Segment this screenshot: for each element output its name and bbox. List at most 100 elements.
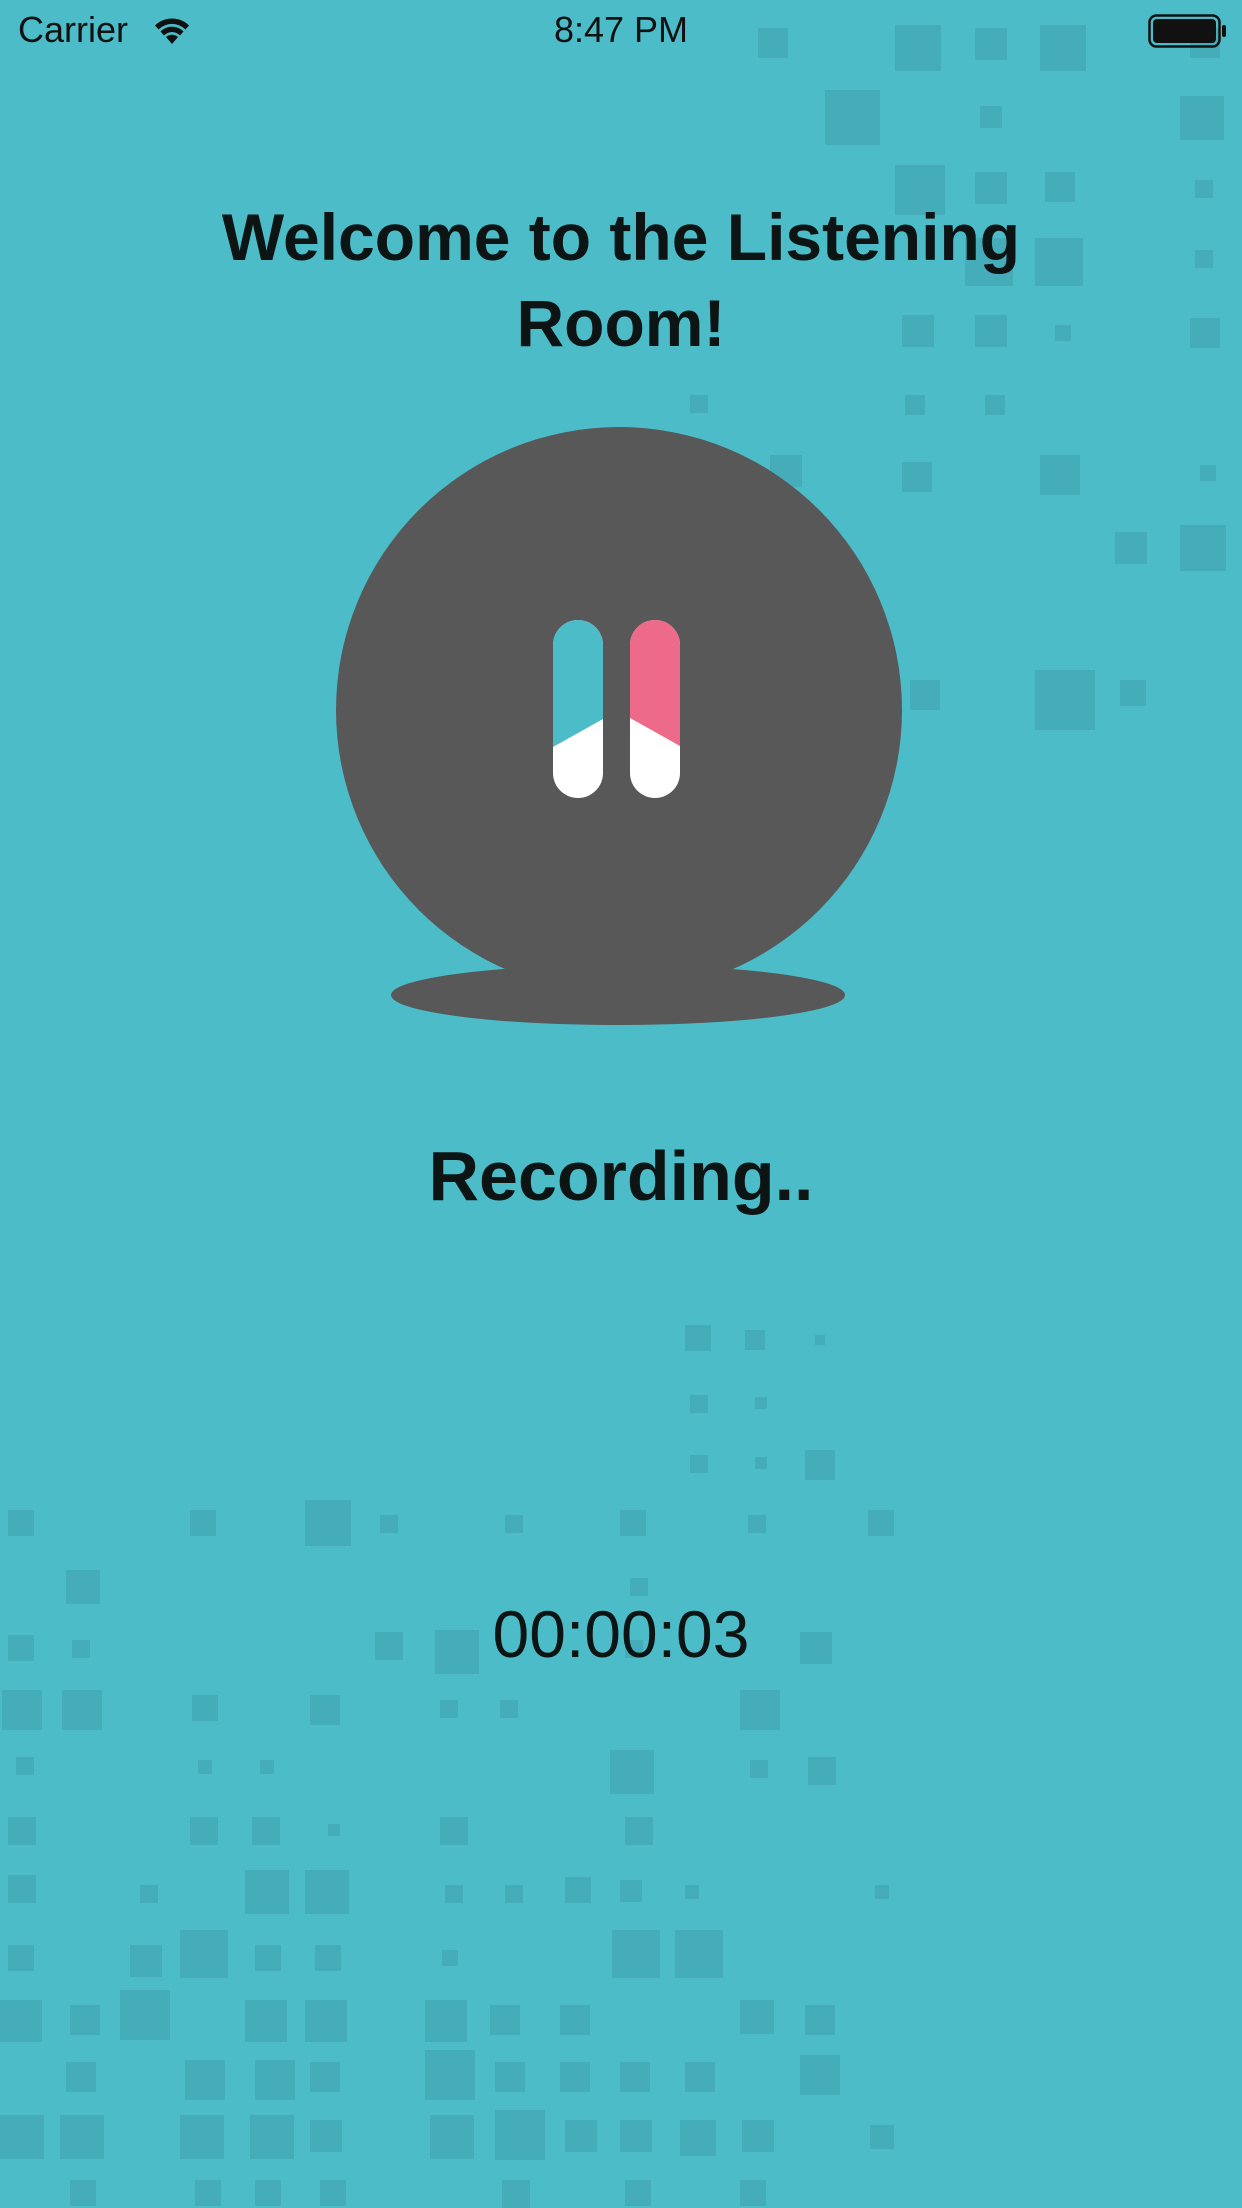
background-square bbox=[748, 1515, 766, 1533]
background-square bbox=[425, 2050, 475, 2100]
background-square bbox=[380, 1515, 398, 1533]
background-square bbox=[675, 1930, 723, 1978]
background-square bbox=[565, 1877, 591, 1903]
background-square bbox=[8, 1817, 36, 1845]
background-square bbox=[740, 2000, 774, 2034]
background-square bbox=[680, 2120, 716, 2156]
background-square bbox=[1195, 250, 1213, 268]
pause-recording-button[interactable] bbox=[330, 424, 910, 1028]
background-square bbox=[305, 1870, 349, 1914]
background-square bbox=[440, 1817, 468, 1845]
background-square bbox=[245, 2000, 287, 2042]
record-button-body[interactable] bbox=[336, 427, 902, 993]
background-square bbox=[185, 2060, 225, 2100]
background-square bbox=[430, 2115, 474, 2159]
background-square bbox=[1190, 318, 1220, 348]
background-square bbox=[625, 2180, 651, 2206]
background-square bbox=[815, 1335, 825, 1345]
background-square bbox=[685, 1325, 711, 1351]
background-square bbox=[868, 1510, 894, 1536]
background-square bbox=[805, 2005, 835, 2035]
background-square bbox=[180, 1930, 228, 1978]
background-square bbox=[2, 1690, 42, 1730]
background-square bbox=[1040, 455, 1080, 495]
background-square bbox=[70, 2180, 96, 2206]
background-square bbox=[310, 1695, 340, 1725]
background-square bbox=[505, 1885, 523, 1903]
background-square bbox=[612, 1930, 660, 1978]
background-square bbox=[8, 1510, 34, 1536]
background-square bbox=[140, 1885, 158, 1903]
background-square bbox=[742, 2120, 774, 2152]
background-square bbox=[1180, 96, 1224, 140]
background-square bbox=[250, 2115, 294, 2159]
background-square bbox=[255, 2180, 281, 2206]
background-square bbox=[620, 2120, 652, 2152]
background-square bbox=[305, 2000, 347, 2042]
page-title: Welcome to the Listening Room! bbox=[221, 200, 1021, 361]
background-square bbox=[70, 2005, 100, 2035]
background-square bbox=[315, 1945, 341, 1971]
recording-status-label: Recording.. bbox=[428, 1137, 814, 1215]
background-square bbox=[620, 1510, 646, 1536]
background-square bbox=[180, 2115, 224, 2159]
background-square bbox=[310, 2120, 342, 2152]
background-square bbox=[1045, 172, 1075, 202]
background-square bbox=[620, 1880, 642, 1902]
background-square bbox=[495, 2110, 545, 2160]
background-square bbox=[60, 2115, 104, 2159]
background-square bbox=[500, 1700, 518, 1718]
background-square bbox=[805, 1450, 835, 1480]
background-square bbox=[8, 1945, 34, 1971]
status-bar: Carrier 8:47 PM bbox=[0, 0, 1242, 60]
background-square bbox=[252, 1817, 280, 1845]
background-square bbox=[8, 1875, 36, 1903]
background-square bbox=[0, 2000, 42, 2042]
background-square bbox=[610, 1750, 654, 1794]
background-square bbox=[755, 1397, 767, 1409]
background-square bbox=[1200, 465, 1216, 481]
background-square bbox=[190, 1817, 218, 1845]
background-square bbox=[16, 1757, 34, 1775]
background-square bbox=[620, 2062, 650, 2092]
background-square bbox=[490, 2005, 520, 2035]
background-square bbox=[685, 1885, 699, 1899]
background-square bbox=[310, 2062, 340, 2092]
background-square bbox=[1115, 532, 1147, 564]
background-square bbox=[685, 2062, 715, 2092]
background-square bbox=[305, 1500, 351, 1546]
background-square bbox=[505, 1515, 523, 1533]
background-square bbox=[260, 1760, 274, 1774]
background-square bbox=[255, 2060, 295, 2100]
background-square bbox=[445, 1885, 463, 1903]
background-square bbox=[870, 2125, 894, 2149]
background-square bbox=[502, 2180, 530, 2208]
background-square bbox=[1195, 180, 1213, 198]
background-square bbox=[980, 106, 1002, 128]
background-square bbox=[690, 1455, 708, 1473]
background-square bbox=[625, 1817, 653, 1845]
background-square bbox=[905, 395, 925, 415]
background-square bbox=[910, 680, 940, 710]
background-square bbox=[190, 1510, 216, 1536]
background-square bbox=[1035, 238, 1083, 286]
background-square bbox=[130, 1945, 162, 1977]
background-square bbox=[255, 1945, 281, 1971]
background-square bbox=[750, 1760, 768, 1778]
status-time: 8:47 PM bbox=[553, 9, 689, 50]
background-square bbox=[440, 1700, 458, 1718]
background-square bbox=[320, 2180, 346, 2206]
background-square bbox=[808, 1757, 836, 1785]
background-square bbox=[825, 90, 880, 145]
background-square bbox=[630, 1578, 648, 1596]
background-square bbox=[690, 1395, 708, 1413]
background-square bbox=[198, 1760, 212, 1774]
background-square bbox=[495, 2062, 525, 2092]
background-square bbox=[740, 1690, 780, 1730]
background-square bbox=[740, 2180, 766, 2206]
background-square bbox=[800, 2055, 840, 2095]
background-square bbox=[985, 395, 1005, 415]
background-square bbox=[755, 1457, 767, 1469]
background-square bbox=[560, 2062, 590, 2092]
background-square bbox=[328, 1824, 340, 1836]
